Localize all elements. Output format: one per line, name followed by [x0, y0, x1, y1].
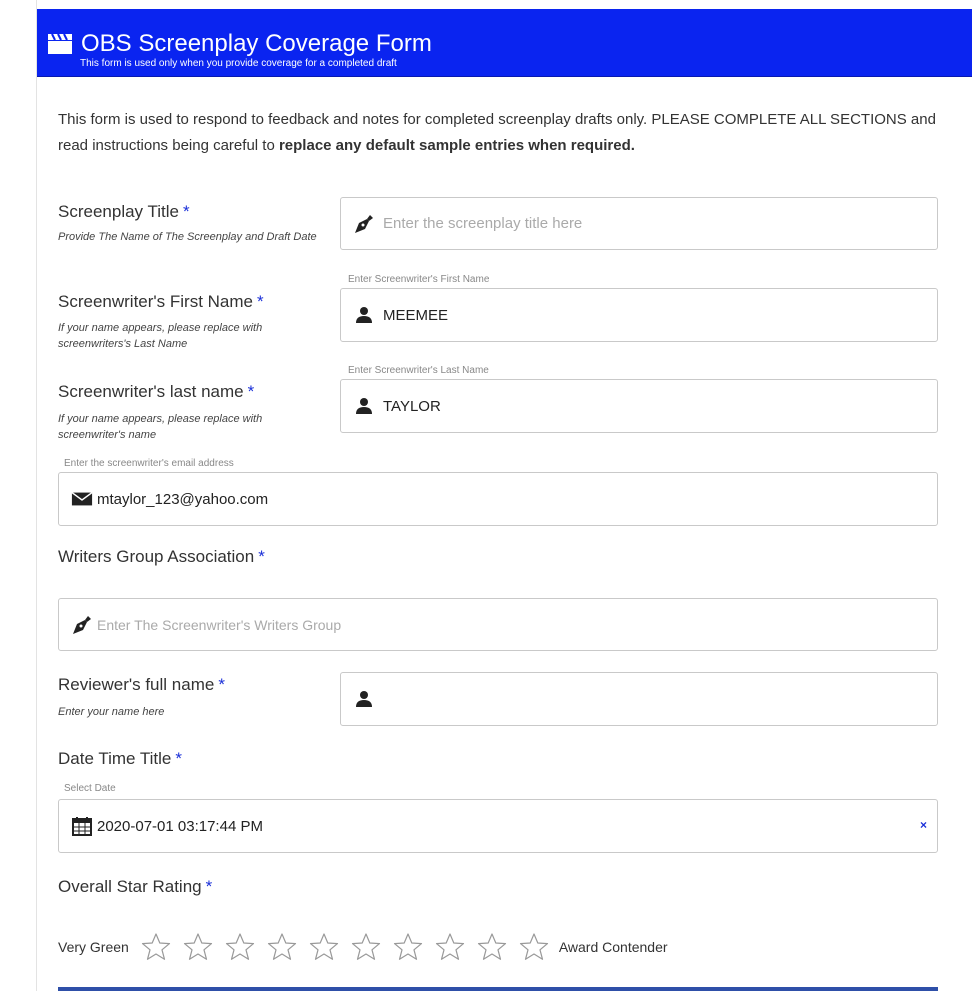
pen-nib-icon: [71, 614, 93, 636]
form-title: OBS Screenplay Coverage Form: [81, 30, 432, 57]
reviewer-label-text: Reviewer's full name: [58, 675, 215, 694]
star-10-icon[interactable]: [519, 932, 549, 962]
writers-group-label: Writers Group Association *: [58, 547, 265, 567]
writers-group-label-text: Writers Group Association: [58, 547, 255, 566]
required-marker: *: [258, 547, 265, 566]
screenplay-title-input[interactable]: Enter the screenplay title here: [340, 197, 938, 250]
screenplay-title-placeholder: Enter the screenplay title here: [383, 215, 583, 232]
calendar-icon: [71, 815, 93, 837]
star-9-icon[interactable]: [477, 932, 507, 962]
first-name-input[interactable]: MEEMEE: [340, 288, 938, 342]
star-4-icon[interactable]: [267, 932, 297, 962]
screenplay-title-help: Provide The Name of The Screenplay and D…: [58, 231, 317, 243]
header-title-row: OBS Screenplay Coverage Form: [47, 32, 432, 56]
required-marker: *: [205, 877, 213, 896]
required-marker: *: [182, 202, 190, 221]
user-icon: [353, 304, 375, 326]
last-name-value: TAYLOR: [383, 397, 441, 415]
date-value: 2020-07-01 03:17:44 PM: [97, 817, 263, 835]
star-3-icon[interactable]: [225, 932, 255, 962]
first-name-help: If your name appears, please replace wit…: [58, 322, 263, 350]
required-marker: *: [218, 675, 225, 694]
star-2-icon[interactable]: [183, 932, 213, 962]
intro-bold: replace any default sample entries when …: [278, 137, 635, 154]
email-input[interactable]: mtaylor_123@yahoo.com: [58, 472, 938, 526]
form-subtitle: This form is used only when you provide …: [80, 58, 397, 69]
clear-date-button[interactable]: ×: [920, 818, 927, 832]
rating-low-label: Very Green: [58, 939, 129, 955]
envelope-icon: [71, 488, 93, 510]
rating-label: Overall Star Rating *: [58, 877, 212, 897]
last-name-caption: Enter Screenwriter's Last Name: [348, 365, 489, 376]
clapperboard-icon: [48, 33, 72, 54]
first-name-caption: Enter Screenwriter's First Name: [348, 274, 490, 285]
writers-group-input[interactable]: Enter The Screenwriter's Writers Group: [58, 598, 938, 651]
screenplay-title-label-text: Screenplay Title: [58, 202, 179, 221]
required-marker: *: [247, 382, 255, 401]
first-name-label: Screenwriter's First Name *: [58, 292, 264, 312]
star-7-icon[interactable]: [393, 932, 423, 962]
star-list: [135, 932, 555, 962]
last-name-label-text: Screenwriter's last name: [58, 382, 244, 401]
date-label: Date Time Title *: [58, 749, 182, 769]
form-header: OBS Screenplay Coverage Form This form i…: [37, 9, 972, 77]
user-icon: [353, 688, 375, 710]
writers-group-placeholder: Enter The Screenwriter's Writers Group: [97, 616, 342, 633]
intro-text: This form is used to respond to feedback…: [58, 107, 948, 159]
pen-nib-icon: [353, 213, 375, 235]
date-caption: Select Date: [64, 783, 116, 794]
reviewer-help: Enter your name here: [58, 706, 165, 718]
rating-high-label: Award Contender: [558, 939, 668, 955]
star-rating: Very Green Award Contender: [58, 932, 668, 962]
required-marker: *: [257, 292, 264, 311]
rating-label-text: Overall Star Rating: [58, 877, 202, 896]
first-name-label-text: Screenwriter's First Name: [58, 292, 254, 311]
star-8-icon[interactable]: [435, 932, 465, 962]
email-caption: Enter the screenwriter's email address: [64, 458, 234, 469]
last-name-input[interactable]: TAYLOR: [340, 379, 938, 433]
email-value: mtaylor_123@yahoo.com: [97, 490, 269, 508]
last-name-label: Screenwriter's last name *: [58, 382, 254, 402]
last-name-help: If your name appears, please replace wit…: [58, 413, 263, 441]
required-marker: *: [175, 749, 182, 768]
screenplay-title-label: Screenplay Title *: [58, 202, 190, 222]
reviewer-label: Reviewer's full name *: [58, 675, 225, 695]
user-icon: [353, 395, 375, 417]
date-label-text: Date Time Title: [58, 749, 172, 768]
page-left-border: [36, 0, 37, 991]
star-5-icon[interactable]: [309, 932, 339, 962]
first-name-value: MEEMEE: [383, 306, 449, 324]
date-input[interactable]: 2020-07-01 03:17:44 PM ×: [58, 799, 938, 853]
star-1-icon[interactable]: [141, 932, 171, 962]
star-6-icon[interactable]: [351, 932, 381, 962]
reviewer-input[interactable]: [340, 672, 938, 726]
section-divider: [58, 987, 938, 991]
